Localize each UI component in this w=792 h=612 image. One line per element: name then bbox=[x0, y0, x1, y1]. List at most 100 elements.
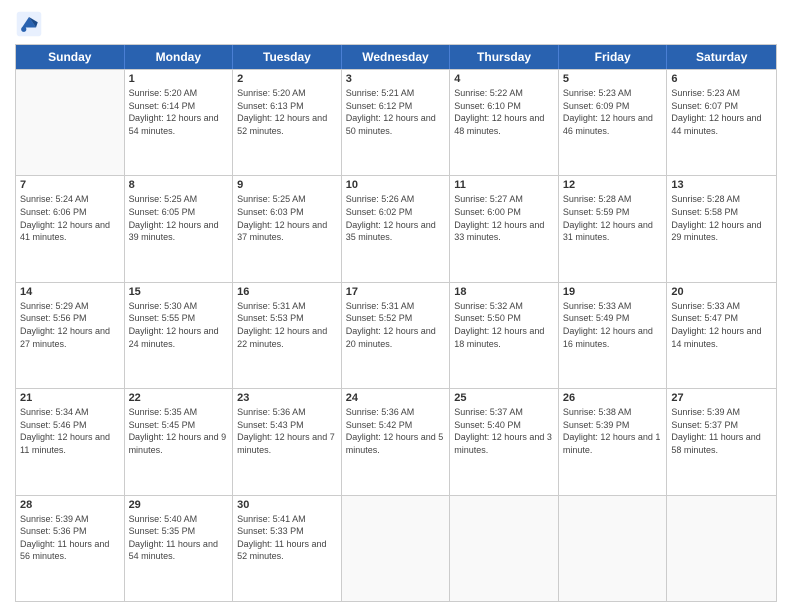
sunrise-label: Sunrise: 5:39 AM bbox=[20, 514, 89, 524]
sunrise-label: Sunrise: 5:24 AM bbox=[20, 194, 89, 204]
sunrise-label: Sunrise: 5:32 AM bbox=[454, 301, 523, 311]
calendar-cell: 22Sunrise: 5:35 AMSunset: 5:45 PMDayligh… bbox=[125, 389, 234, 494]
sunset-label: Sunset: 5:37 PM bbox=[671, 420, 738, 430]
daylight-label: Daylight: 12 hours and 24 minutes. bbox=[129, 326, 219, 349]
cell-date: 6 bbox=[671, 73, 772, 85]
daylight-label: Daylight: 12 hours and 54 minutes. bbox=[129, 113, 219, 136]
cell-date: 14 bbox=[20, 286, 120, 298]
calendar-cell: 6Sunrise: 5:23 AMSunset: 6:07 PMDaylight… bbox=[667, 70, 776, 175]
cell-date: 27 bbox=[671, 392, 772, 404]
sunrise-label: Sunrise: 5:33 AM bbox=[671, 301, 740, 311]
cell-info: Sunrise: 5:31 AMSunset: 5:53 PMDaylight:… bbox=[237, 300, 337, 350]
day-header-wednesday: Wednesday bbox=[342, 45, 451, 69]
cell-info: Sunrise: 5:23 AMSunset: 6:09 PMDaylight:… bbox=[563, 87, 663, 137]
cell-info: Sunrise: 5:27 AMSunset: 6:00 PMDaylight:… bbox=[454, 193, 554, 243]
cell-info: Sunrise: 5:36 AMSunset: 5:42 PMDaylight:… bbox=[346, 406, 446, 456]
calendar-cell: 4Sunrise: 5:22 AMSunset: 6:10 PMDaylight… bbox=[450, 70, 559, 175]
cell-info: Sunrise: 5:25 AMSunset: 6:05 PMDaylight:… bbox=[129, 193, 229, 243]
cell-date: 29 bbox=[129, 499, 229, 511]
sunrise-label: Sunrise: 5:39 AM bbox=[671, 407, 740, 417]
sunset-label: Sunset: 5:36 PM bbox=[20, 526, 87, 536]
cell-date: 12 bbox=[563, 179, 663, 191]
cell-info: Sunrise: 5:39 AM Sunset: 5:37 PM Daylight:… bbox=[671, 406, 772, 456]
cell-date: 8 bbox=[129, 179, 229, 191]
day-header-saturday: Saturday bbox=[667, 45, 776, 69]
daylight-label: Daylight: 12 hours and 14 minutes. bbox=[671, 326, 761, 349]
sunrise-label: Sunrise: 5:30 AM bbox=[129, 301, 198, 311]
cell-info: Sunrise: 5:35 AMSunset: 5:45 PMDaylight:… bbox=[129, 406, 229, 456]
daylight-label: Daylight: 12 hours and 52 minutes. bbox=[237, 113, 327, 136]
cell-info: Sunrise: 5:32 AMSunset: 5:50 PMDaylight:… bbox=[454, 300, 554, 350]
cell-date: 13 bbox=[671, 179, 772, 191]
calendar-cell bbox=[450, 496, 559, 601]
cell-date: 7 bbox=[20, 179, 120, 191]
sunset-label: Sunset: 5:42 PM bbox=[346, 420, 413, 430]
calendar-cell: 8 Sunrise: 5:25 AMSunset: 6:05 PMDaylight… bbox=[125, 176, 234, 281]
cell-date: 4 bbox=[454, 73, 554, 85]
cell-info: Sunrise: 5:33 AMSunset: 5:49 PMDaylight:… bbox=[563, 300, 663, 350]
sunrise-label: Sunrise: 5:31 AM bbox=[346, 301, 415, 311]
daylight-label: Daylight: 12 hours and 7 minutes. bbox=[237, 432, 335, 455]
calendar-cell: 7 Sunrise: 5:24 AMSunset: 6:06 PMDaylight… bbox=[16, 176, 125, 281]
day-header-tuesday: Tuesday bbox=[233, 45, 342, 69]
daylight-label: Daylight: 11 hours and 52 minutes. bbox=[237, 539, 326, 562]
cell-info: Sunrise: 5:38 AMSunset: 5:39 PMDaylight:… bbox=[563, 406, 663, 456]
sunset-label: Sunset: 6:13 PM bbox=[237, 101, 304, 111]
calendar-cell: 26Sunrise: 5:38 AMSunset: 5:39 PMDayligh… bbox=[559, 389, 668, 494]
cell-date: 1 bbox=[129, 73, 229, 85]
calendar-cell: 10Sunrise: 5:26 AMSunset: 6:02 PMDayligh… bbox=[342, 176, 451, 281]
daylight-label: Daylight: 12 hours and 39 minutes. bbox=[129, 220, 219, 243]
cell-info: Sunrise: 5:37 AMSunset: 5:40 PMDaylight:… bbox=[454, 406, 554, 456]
cell-info: Sunrise: 5:26 AMSunset: 6:02 PMDaylight:… bbox=[346, 193, 446, 243]
cell-date: 11 bbox=[454, 179, 554, 191]
logo-icon bbox=[15, 10, 43, 38]
calendar-cell: 2Sunrise: 5:20 AMSunset: 6:13 PMDaylight… bbox=[233, 70, 342, 175]
sunset-label: Sunset: 6:03 PM bbox=[237, 207, 304, 217]
day-header-sunday: Sunday bbox=[16, 45, 125, 69]
sunset-label: Sunset: 5:59 PM bbox=[563, 207, 630, 217]
sunset-label: Sunset: 5:49 PM bbox=[563, 313, 630, 323]
daylight-label: Daylight: 12 hours and 20 minutes. bbox=[346, 326, 436, 349]
cell-date: 25 bbox=[454, 392, 554, 404]
sunrise-label: Sunrise: 5:23 AM bbox=[563, 88, 632, 98]
calendar-cell: 5 Sunrise: 5:23 AMSunset: 6:09 PMDaylight… bbox=[559, 70, 668, 175]
cell-date: 28 bbox=[20, 499, 120, 511]
cell-date: 3 bbox=[346, 73, 446, 85]
cell-info: Sunrise: 5:24 AMSunset: 6:06 PMDaylight:… bbox=[20, 193, 120, 243]
sunrise-label: Sunrise: 5:23 AM bbox=[671, 88, 740, 98]
calendar-cell: 23Sunrise: 5:36 AMSunset: 5:43 PMDayligh… bbox=[233, 389, 342, 494]
cell-date: 5 bbox=[563, 73, 663, 85]
sunrise-label: Sunrise: 5:31 AM bbox=[237, 301, 306, 311]
sunset-label: Sunset: 6:07 PM bbox=[671, 101, 738, 111]
day-header-friday: Friday bbox=[559, 45, 668, 69]
daylight-label: Daylight: 11 hours and 54 minutes. bbox=[129, 539, 218, 562]
sunrise-label: Sunrise: 5:21 AM bbox=[346, 88, 415, 98]
sunrise-label: Sunrise: 5:25 AM bbox=[129, 194, 198, 204]
sunrise-label: Sunrise: 5:37 AM bbox=[454, 407, 523, 417]
sunrise-label: Sunrise: 5:33 AM bbox=[563, 301, 632, 311]
cell-info: Sunrise: 5:41 AMSunset: 5:33 PMDaylight:… bbox=[237, 513, 337, 563]
cell-date: 30 bbox=[237, 499, 337, 511]
daylight-label: Daylight: 12 hours and 50 minutes. bbox=[346, 113, 436, 136]
sunset-label: Sunset: 6:14 PM bbox=[129, 101, 196, 111]
calendar-cell: 12Sunrise: 5:28 AMSunset: 5:59 PMDayligh… bbox=[559, 176, 668, 281]
calendar-cell: 15Sunrise: 5:30 AMSunset: 5:55 PMDayligh… bbox=[125, 283, 234, 388]
sunrise-label: Sunrise: 5:41 AM bbox=[237, 514, 306, 524]
calendar-week-5: 28 Sunrise: 5:39 AM Sunset: 5:36 PM Dayligh… bbox=[16, 495, 776, 601]
calendar-week-4: 21Sunrise: 5:34 AMSunset: 5:46 PMDayligh… bbox=[16, 388, 776, 494]
daylight-label: Daylight: 12 hours and 22 minutes. bbox=[237, 326, 327, 349]
calendar-week-1: 1Sunrise: 5:20 AMSunset: 6:14 PMDaylight… bbox=[16, 69, 776, 175]
sunrise-label: Sunrise: 5:22 AM bbox=[454, 88, 523, 98]
daylight-label: Daylight: 11 hours and 58 minutes. bbox=[671, 432, 760, 455]
calendar-cell: 14Sunrise: 5:29 AMSunset: 5:56 PMDayligh… bbox=[16, 283, 125, 388]
sunset-label: Sunset: 5:35 PM bbox=[129, 526, 196, 536]
cell-info: Sunrise: 5:34 AMSunset: 5:46 PMDaylight:… bbox=[20, 406, 120, 456]
calendar-cell: 21Sunrise: 5:34 AMSunset: 5:46 PMDayligh… bbox=[16, 389, 125, 494]
cell-date: 24 bbox=[346, 392, 446, 404]
header bbox=[15, 10, 777, 38]
calendar-week-3: 14Sunrise: 5:29 AMSunset: 5:56 PMDayligh… bbox=[16, 282, 776, 388]
calendar-cell: 17Sunrise: 5:31 AMSunset: 5:52 PMDayligh… bbox=[342, 283, 451, 388]
cell-info: Sunrise: 5:31 AMSunset: 5:52 PMDaylight:… bbox=[346, 300, 446, 350]
cell-date: 15 bbox=[129, 286, 229, 298]
day-header-thursday: Thursday bbox=[450, 45, 559, 69]
